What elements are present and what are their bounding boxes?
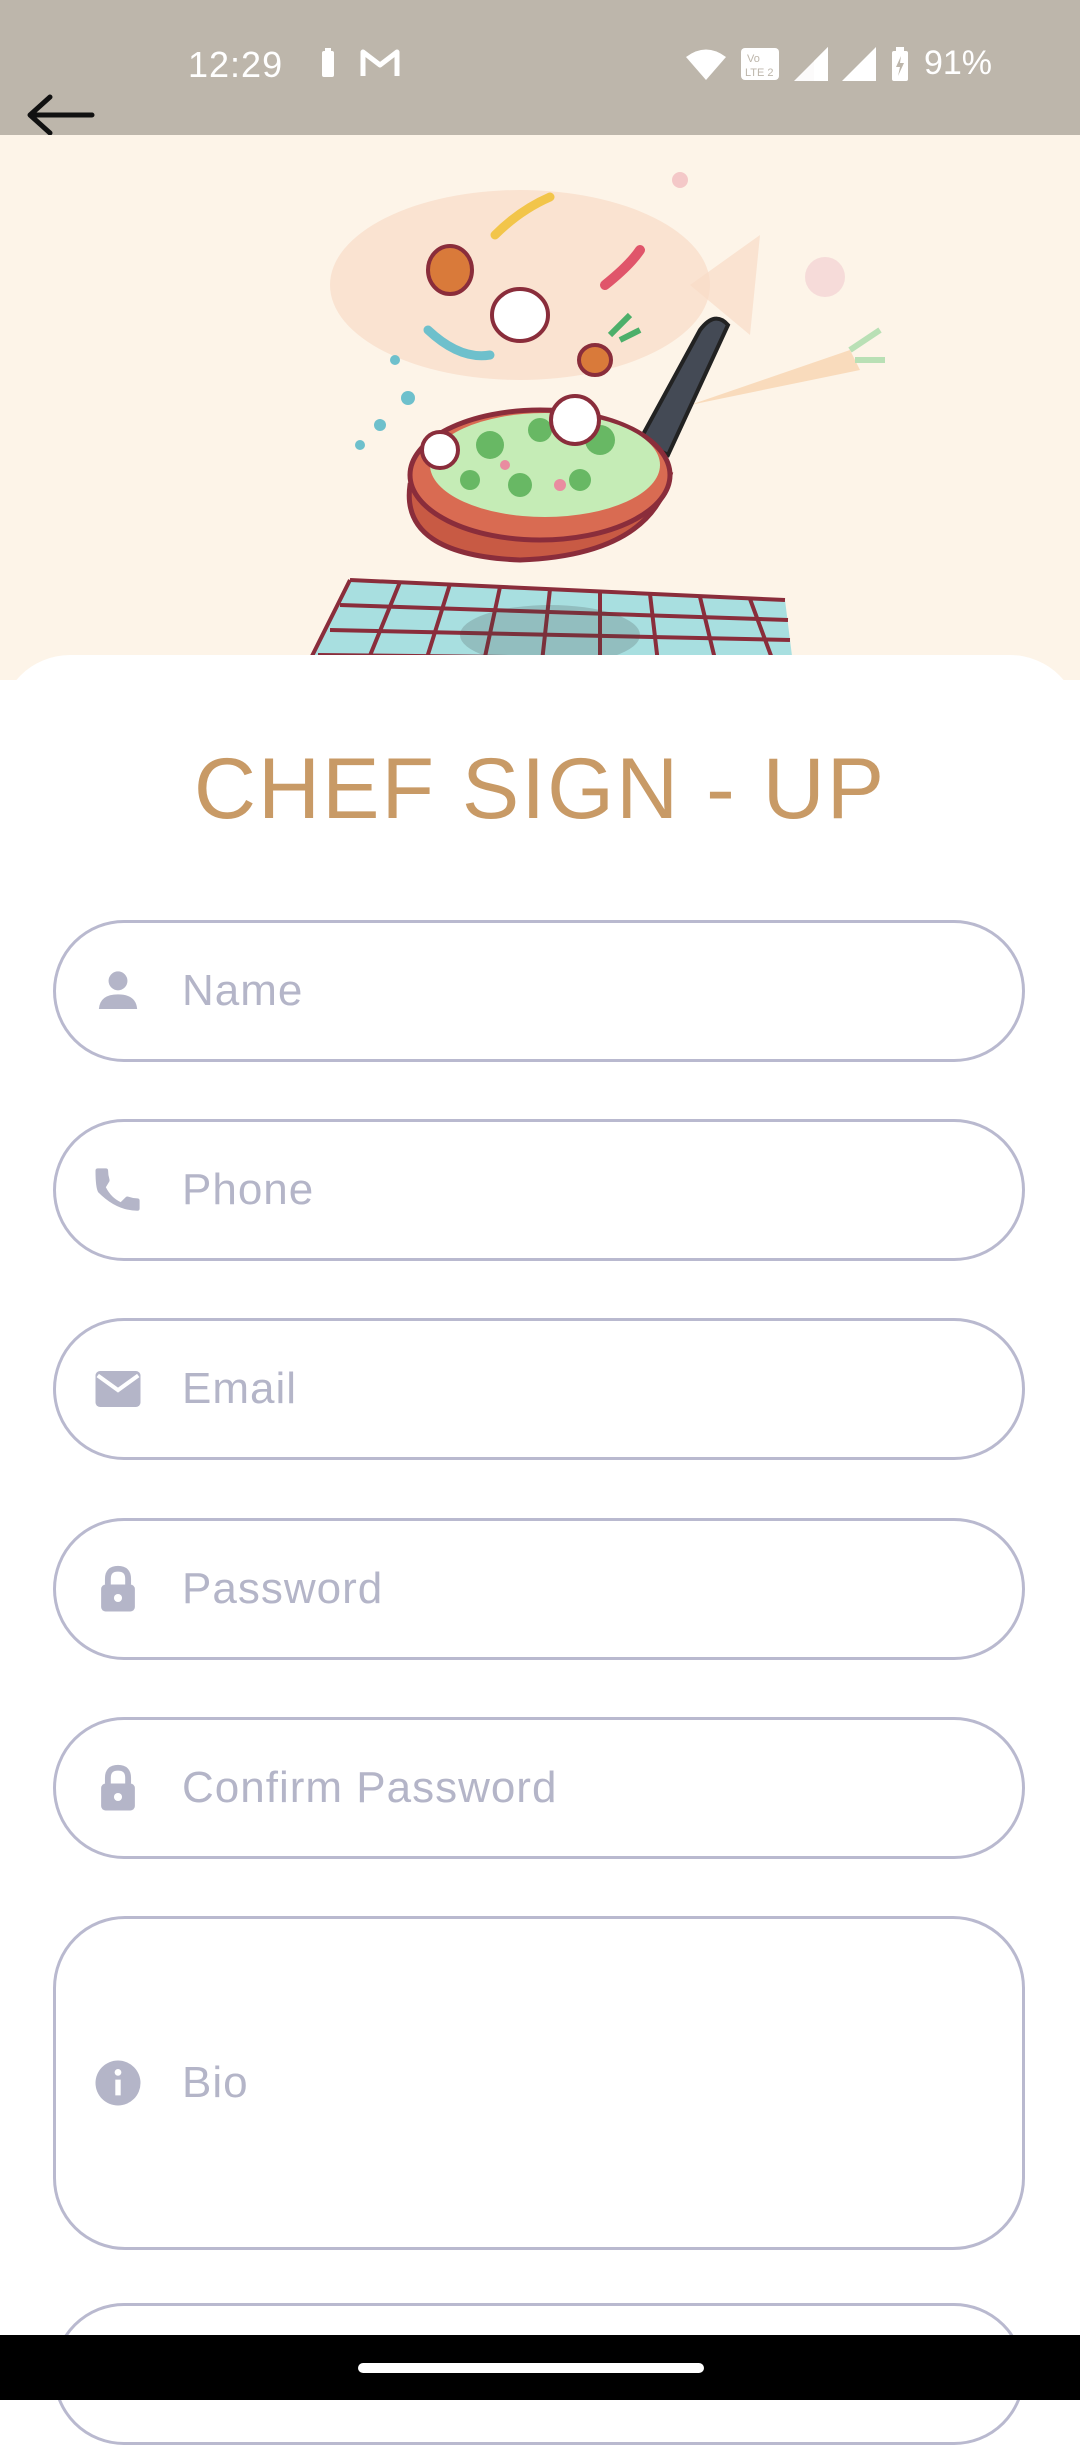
phone-field[interactable]: Phone	[53, 1119, 1025, 1261]
email-placeholder: Email	[182, 1364, 298, 1413]
confirm-password-placeholder: Confirm Password	[182, 1763, 558, 1812]
back-button[interactable]	[20, 90, 100, 140]
volte-icon: Vo LTE 2	[740, 47, 779, 80]
confirm-password-field[interactable]: Confirm Password	[53, 1717, 1025, 1859]
gmail-icon	[360, 49, 400, 76]
lock-icon	[101, 1764, 135, 1811]
hero-illustration	[0, 135, 1080, 680]
svg-text:Vo: Vo	[747, 53, 760, 65]
mail-icon	[95, 1371, 141, 1407]
name-placeholder: Name	[182, 966, 304, 1015]
battery-percent: 91%	[923, 44, 992, 82]
phone-placeholder: Phone	[182, 1165, 315, 1214]
bio-field[interactable]: Bio	[53, 1916, 1025, 2250]
battery-charging-icon	[891, 46, 908, 81]
signal-icon	[793, 46, 828, 81]
battery-saver-icon	[322, 48, 334, 77]
page-title: CHEF SIGN - UP	[193, 741, 887, 837]
email-field[interactable]: Email	[53, 1318, 1025, 1460]
status-time: 12:29	[188, 44, 284, 85]
cooking-pan-illustration	[298, 172, 885, 680]
home-gesture-handle[interactable]	[358, 2363, 704, 2373]
password-placeholder: Password	[182, 1564, 384, 1613]
lock-icon	[101, 1565, 135, 1612]
svg-text:LTE 2: LTE 2	[745, 67, 774, 79]
person-icon	[98, 971, 138, 1009]
arrow-left-icon	[27, 94, 95, 136]
name-field[interactable]: Name	[53, 920, 1025, 1062]
wifi-icon	[685, 49, 726, 80]
signal-icon	[841, 46, 876, 81]
status-bar: 12:29 Vo LTE 2 91%	[0, 0, 1080, 135]
system-navigation-bar	[0, 2335, 1080, 2400]
bio-placeholder: Bio	[182, 2058, 249, 2107]
info-icon	[95, 2060, 141, 2106]
password-field[interactable]: Password	[53, 1518, 1025, 1660]
phone-icon	[95, 1168, 140, 1211]
